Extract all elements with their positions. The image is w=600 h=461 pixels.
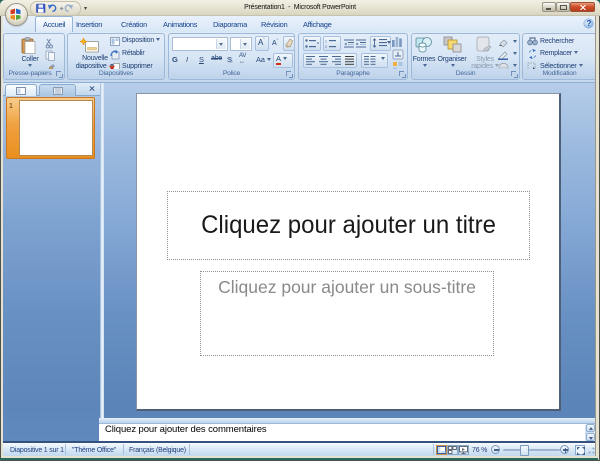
svg-text:1: 1 bbox=[325, 39, 327, 43]
svg-text:2: 2 bbox=[325, 45, 327, 48]
